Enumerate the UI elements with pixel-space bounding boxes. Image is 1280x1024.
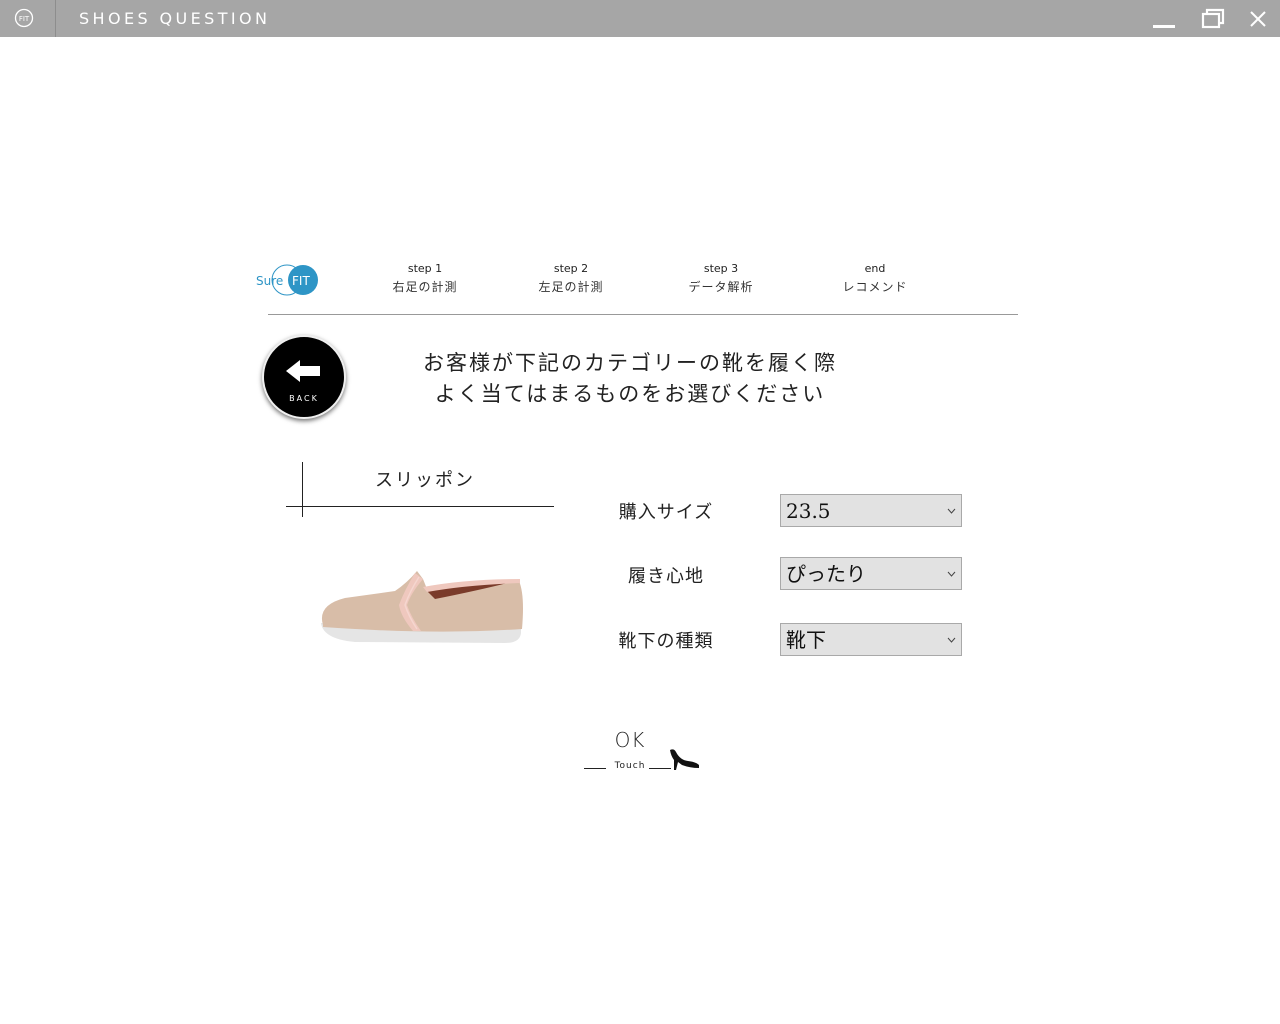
sock-label: 靴下の種類 <box>618 631 714 652</box>
svg-text:FIT: FIT <box>19 15 30 23</box>
minimize-button[interactable] <box>1147 4 1181 34</box>
step-1: step 1 右足の計測 <box>365 262 485 298</box>
header-divider <box>268 314 1018 315</box>
step-label: データ解析 <box>688 280 754 294</box>
fit-label: 履き心地 <box>628 566 704 587</box>
chevron-down-icon <box>947 571 956 577</box>
sock-value: 靴下 <box>786 628 826 652</box>
step-label: 左足の計測 <box>538 280 604 294</box>
step-number: step 2 <box>553 262 589 275</box>
step-3: step 3 データ解析 <box>661 262 781 298</box>
slip-on-shoe-icon <box>321 571 523 643</box>
size-select[interactable]: 23.5 <box>780 494 962 527</box>
chevron-down-icon <box>947 637 956 643</box>
instruction-line-2: よく当てはまるものをお選びください <box>434 382 826 406</box>
window-title: SHOES QUESTION <box>79 9 271 28</box>
category-vertical-rule <box>302 462 303 517</box>
svg-text:FIT: FIT <box>292 274 310 288</box>
restore-icon <box>1201 8 1225 29</box>
step-label: 右足の計測 <box>392 280 458 294</box>
back-button[interactable]: BACK <box>262 335 346 419</box>
back-label: BACK <box>289 394 319 403</box>
step-label: レコメンド <box>842 280 908 294</box>
maximize-button[interactable] <box>1196 4 1230 34</box>
fit-value: ぴったり <box>786 562 866 586</box>
instruction-line-1: お客様が下記のカテゴリーの靴を履く際 <box>423 351 837 375</box>
step-end: end レコメンド <box>815 262 935 298</box>
ok-underline-left <box>584 768 606 769</box>
touch-label: Touch <box>614 761 646 771</box>
minimize-icon <box>1153 25 1175 28</box>
close-icon <box>1250 11 1266 27</box>
step-number: step 1 <box>407 262 443 275</box>
ok-label: OK <box>614 728 646 752</box>
sock-select[interactable]: 靴下 <box>780 623 962 656</box>
title-bar: FIT SHOES QUESTION <box>0 0 1280 37</box>
fit-logo-icon: FIT <box>14 8 34 28</box>
category-horizontal-rule <box>286 506 554 507</box>
svg-text:Sure: Sure <box>256 274 283 288</box>
size-value: 23.5 <box>786 499 831 523</box>
instruction-text: お客様が下記のカテゴリーの靴を履く際 よく当てはまるものをお選びください <box>380 348 880 410</box>
close-button[interactable] <box>1241 4 1275 34</box>
title-separator <box>55 0 56 37</box>
step-number: step 3 <box>703 262 739 275</box>
step-number: end <box>864 262 886 275</box>
ok-button[interactable]: OK Touch <box>582 728 704 776</box>
fit-select[interactable]: ぴったり <box>780 557 962 590</box>
surefit-logo: Sure FIT <box>256 264 318 296</box>
step-2: step 2 左足の計測 <box>511 262 631 298</box>
high-heel-icon <box>670 749 699 770</box>
chevron-down-icon <box>947 508 956 514</box>
size-label: 購入サイズ <box>618 502 714 523</box>
arrow-left-icon <box>286 360 320 382</box>
category-label: スリッポン <box>375 470 475 491</box>
